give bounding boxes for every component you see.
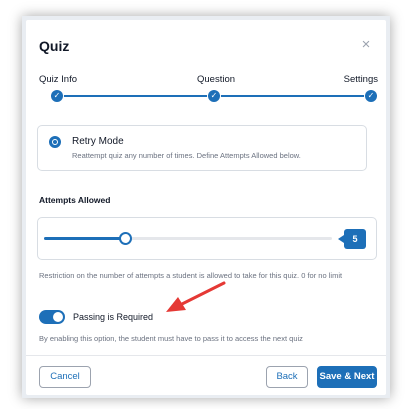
retry-mode-title: Retry Mode — [72, 136, 124, 147]
step-settings[interactable]: Settings — [344, 74, 378, 85]
passing-required-label: Passing is Required — [73, 312, 154, 322]
attempts-help-text: Restriction on the number of attempts a … — [39, 271, 343, 280]
step-question[interactable]: Question — [197, 74, 235, 85]
save-and-next-button[interactable]: Save & Next — [317, 366, 377, 388]
cancel-button[interactable]: Cancel — [39, 366, 91, 388]
attempts-slider-thumb[interactable] — [118, 232, 132, 245]
modal-footer: Cancel Back Save & Next — [26, 355, 386, 396]
retry-mode-option[interactable]: Retry Mode Reattempt quiz any number of … — [37, 125, 367, 171]
retry-mode-radio[interactable] — [49, 136, 61, 148]
attempts-value-badge: 5 — [338, 229, 366, 249]
step-check-icon: ✓ — [208, 90, 220, 102]
back-button[interactable]: Back — [266, 366, 308, 388]
step-check-icon: ✓ — [365, 90, 377, 102]
retry-mode-description: Reattempt quiz any number of times. Defi… — [72, 151, 301, 160]
attempts-allowed-label: Attempts Allowed — [39, 195, 111, 205]
passing-required-description: By enabling this option, the student mus… — [39, 334, 303, 343]
close-icon[interactable]: × — [358, 36, 374, 54]
attempts-slider-box: 5 — [37, 217, 377, 260]
modal-header: Quiz × — [39, 36, 374, 56]
step-quiz-info[interactable]: Quiz Info — [39, 74, 77, 85]
passing-required-toggle[interactable] — [39, 310, 65, 324]
step-check-icon: ✓ — [51, 90, 63, 102]
modal-title: Quiz — [39, 38, 70, 54]
quiz-modal: Quiz × Quiz Info Question Settings ✓ ✓ ✓… — [26, 20, 386, 395]
attempts-slider-fill — [44, 237, 125, 240]
stepper: Quiz Info Question Settings — [39, 74, 378, 88]
attempts-slider-track[interactable] — [44, 237, 332, 240]
